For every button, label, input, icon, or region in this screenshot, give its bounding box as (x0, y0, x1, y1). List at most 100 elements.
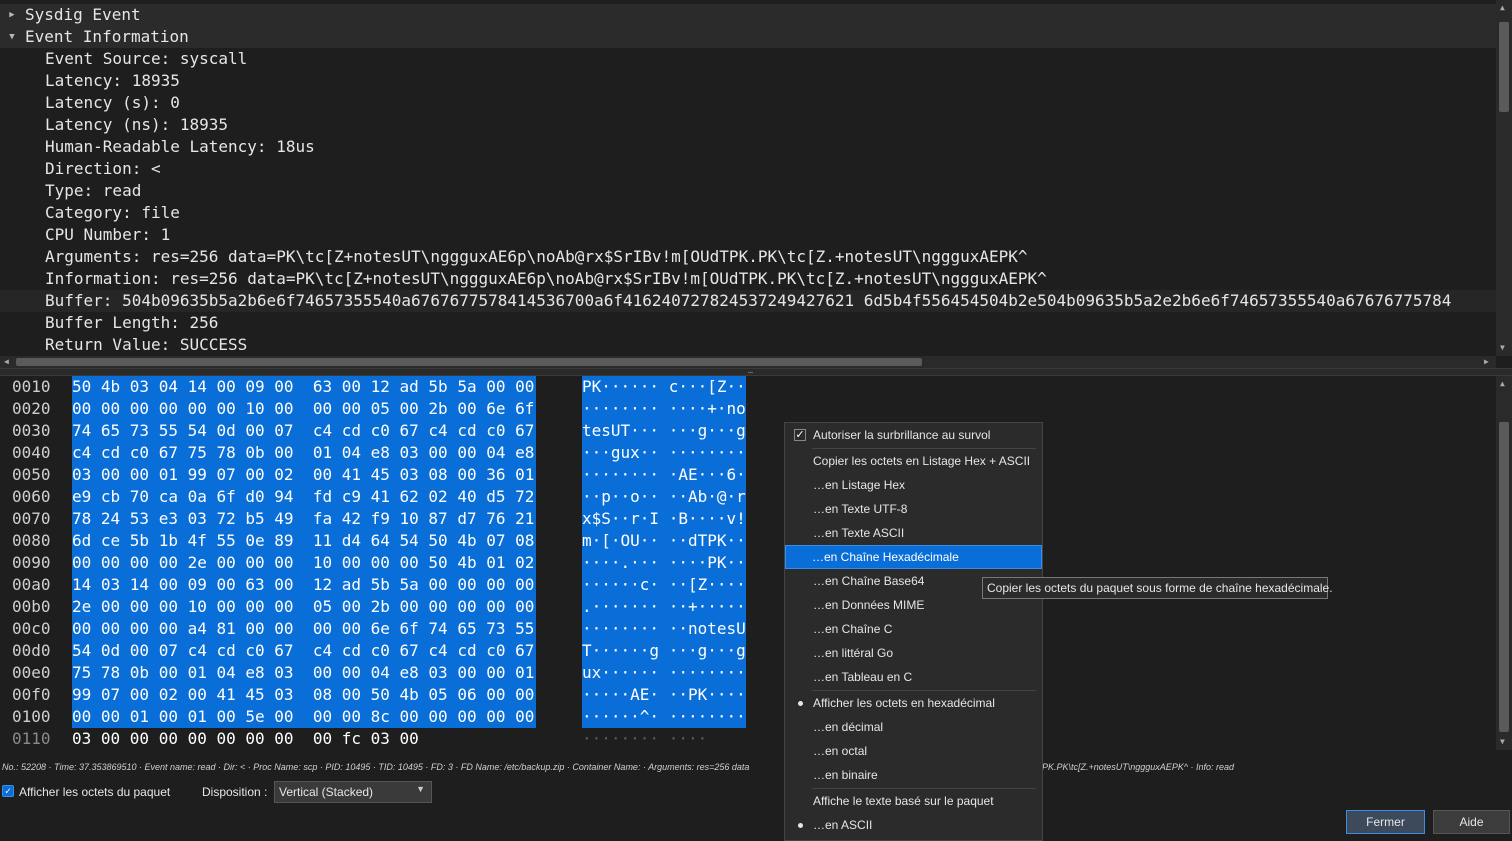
menu-item-copy-hex-string[interactable]: …en Chaîne Hexadécimale (785, 545, 1042, 569)
hex-bytes[interactable]: 00 00 00 00 2e 00 00 00 10 00 00 00 50 4… (72, 552, 537, 574)
tree-node-sysdig-event[interactable]: ▶ Sysdig Event (0, 4, 1496, 26)
hex-offset: 0060 (12, 487, 51, 506)
hex-bytes[interactable]: 74 65 73 55 54 0d 00 07 c4 cd c0 67 c4 c… (72, 420, 537, 442)
layout-label: Disposition : (202, 785, 268, 799)
hex-bytes[interactable]: 00 00 00 00 a4 81 00 00 00 00 6e 6f 74 6… (72, 618, 537, 640)
hex-offset: 0020 (12, 399, 51, 418)
hex-ascii[interactable]: ux······ ········ (582, 662, 746, 684)
hex-bytes[interactable]: 75 78 0b 00 01 04 e8 03 00 00 04 e8 03 0… (72, 662, 537, 684)
hex-bytes[interactable]: e9 cb 70 ca 0a 6f d0 94 fd c9 41 62 02 4… (72, 486, 537, 508)
field-text: Event Source: syscall (45, 49, 248, 68)
hex-bytes[interactable]: 03 00 00 00 00 00 00 00 00 fc 03 00 (72, 728, 421, 750)
hex-bytes[interactable]: 50 4b 03 04 14 00 09 00 63 00 12 ad 5b 5… (72, 376, 537, 398)
menu-item-bytes-binary[interactable]: …en binaire (786, 764, 1041, 786)
hex-bytes[interactable]: 6d ce 5b 1b 4f 55 0e 89 11 d4 64 54 50 4… (72, 530, 537, 552)
menu-item-copy-utf8[interactable]: …en Texte UTF-8 (786, 498, 1041, 520)
menu-item-bytes-decimal[interactable]: …en décimal (786, 716, 1041, 738)
hex-bytes[interactable]: 78 24 53 e3 03 72 b5 49 fa 42 f9 10 87 d… (72, 508, 537, 530)
menu-item-hover-highlight[interactable]: ✓ Autoriser la surbrillance au survol (786, 424, 1041, 446)
hex-bytes[interactable]: 54 0d 00 07 c4 cd c0 67 c4 cd c0 67 c4 c… (72, 640, 537, 662)
menu-item-copy-hex[interactable]: …en Listage Hex (786, 474, 1041, 496)
hex-vertical-scrollbar[interactable]: ▲ ▼ (1496, 376, 1512, 750)
hex-ascii[interactable]: tesUT··· ···g···g (582, 420, 746, 442)
menu-item-copy-ascii[interactable]: …en Texte ASCII (786, 522, 1041, 544)
hex-bytes[interactable]: 14 03 14 00 09 00 63 00 12 ad 5b 5a 00 0… (72, 574, 537, 596)
hex-ascii[interactable]: .······· ··+····· (582, 596, 746, 618)
scroll-up-icon[interactable]: ▲ (1500, 2, 1505, 14)
pane-splitter[interactable]: ⋯ (0, 368, 1512, 377)
hex-ascii[interactable]: PK······ c···[Z·· (582, 376, 746, 398)
hex-offset: 0040 (12, 443, 51, 462)
hex-ascii[interactable]: ····.··· ····PK·· (582, 552, 746, 574)
help-button[interactable]: Aide (1433, 810, 1510, 834)
scroll-up-icon[interactable]: ▲ (1500, 378, 1505, 390)
tree-field-selected[interactable]: Buffer: 504b09635b5a2b6e6f74657355540a67… (0, 290, 1496, 312)
hex-ascii[interactable]: ······c· ··[Z···· (582, 574, 746, 596)
hex-ascii[interactable]: ········ ····+·no (582, 398, 746, 420)
menu-item-copy-c-string[interactable]: …en Chaîne C (786, 618, 1041, 640)
field-text: Buffer Length: 256 (45, 313, 219, 332)
packet-bytes-pane[interactable]: 0010 50 4b 03 04 14 00 09 00 63 00 12 ad … (0, 376, 1512, 750)
hex-offset: 00b0 (12, 597, 51, 616)
field-text: CPU Number: 1 (45, 225, 171, 244)
menu-item-label: …en Chaîne C (813, 622, 893, 636)
menu-item-bytes-octal[interactable]: …en octal (786, 740, 1041, 762)
tree-horizontal-scrollbar[interactable]: ◀ ▶ (0, 356, 1496, 368)
menu-item-copy-go-literal[interactable]: …en littéral Go (786, 642, 1041, 664)
hex-ascii[interactable]: ······^· ········ (582, 706, 746, 728)
context-menu[interactable]: ✓ Autoriser la surbrillance au survol Co… (784, 422, 1043, 841)
hex-bytes[interactable]: 00 00 00 00 00 00 10 00 00 00 05 00 2b 0… (72, 398, 537, 420)
menu-item-text-based[interactable]: Affiche le texte basé sur le paquet (786, 790, 1041, 812)
menu-item-bytes-hex[interactable]: Afficher les octets en hexadécimal (786, 692, 1041, 714)
menu-item-label: …en littéral Go (813, 646, 894, 660)
scroll-thumb[interactable] (16, 358, 922, 366)
menu-item-label: …en Chaîne Hexadécimale (812, 550, 959, 564)
scroll-right-icon[interactable]: ▶ (1484, 356, 1489, 368)
show-bytes-label[interactable]: Afficher les octets du paquet (19, 785, 170, 799)
hex-offset: 00f0 (12, 685, 51, 704)
radio-dot-icon (798, 701, 803, 706)
menu-item-label: …en Chaîne Base64 (813, 574, 925, 588)
hex-ascii[interactable]: x$S··r·I ·B····v! (582, 508, 746, 530)
close-button[interactable]: Fermer (1346, 810, 1425, 834)
layout-dropdown[interactable]: Vertical (Stacked) ▼ (274, 781, 432, 803)
hex-ascii[interactable]: ···gux·· ········ (582, 442, 746, 464)
field-text: Category: file (45, 203, 180, 222)
hex-ascii[interactable]: T······g ···g···g (582, 640, 746, 662)
menu-item-label: …en Texte UTF-8 (813, 502, 908, 516)
menu-item-label: …en Données MIME (813, 598, 925, 612)
tree-node-event-information[interactable]: ▼ Event Information (0, 26, 1496, 48)
scroll-down-icon[interactable]: ▼ (1500, 342, 1505, 354)
hex-bytes[interactable]: 99 07 00 02 00 41 45 03 08 00 50 4b 05 0… (72, 684, 537, 706)
field-text: Type: read (45, 181, 142, 200)
radio-dot-icon (798, 823, 803, 828)
scroll-left-icon[interactable]: ◀ (4, 356, 9, 368)
scroll-thumb[interactable] (1499, 422, 1509, 732)
menu-item-label: Affiche le texte basé sur le paquet (813, 794, 994, 808)
hex-ascii[interactable]: ·····AE· ··PK···· (582, 684, 746, 706)
menu-separator (812, 788, 1036, 789)
hex-offset: 00a0 (12, 575, 51, 594)
tree-vertical-scrollbar[interactable]: ▲ ▼ (1496, 0, 1512, 356)
field-text: Arguments: res=256 data=PK\tc[Z+notesUT\… (45, 247, 1028, 266)
show-bytes-checkbox[interactable]: ✓ (2, 785, 14, 797)
hex-bytes[interactable]: 03 00 00 01 99 07 00 02 00 41 45 03 08 0… (72, 464, 537, 486)
hex-ascii[interactable]: ········ ···· (582, 728, 707, 750)
menu-item-text-ascii[interactable]: …en ASCII (786, 814, 1041, 836)
hex-ascii[interactable]: ········ ·AE···6· (582, 464, 746, 486)
hex-ascii[interactable]: m·[·OU·· ··dTPK·· (582, 530, 746, 552)
hex-ascii[interactable]: ········ ··notesU (582, 618, 746, 640)
hex-bytes[interactable]: 00 00 01 00 01 00 5e 00 00 00 8c 00 00 0… (72, 706, 537, 728)
collapse-arrow-icon[interactable]: ▼ (6, 26, 18, 48)
hex-offset: 0010 (12, 377, 51, 396)
menu-item-copy-hex-ascii[interactable]: Copier les octets en Listage Hex + ASCII (786, 450, 1041, 472)
menu-item-copy-c-array[interactable]: …en Tableau en C (786, 666, 1041, 688)
hex-ascii[interactable]: ··p··o·· ··Ab·@·r (582, 486, 746, 508)
checkmark-icon: ✓ (794, 429, 806, 441)
packet-detail-tree[interactable]: ▶ Sysdig Event ▼ Event Information Event… (0, 0, 1512, 368)
hex-bytes[interactable]: 2e 00 00 00 10 00 00 00 05 00 2b 00 00 0… (72, 596, 537, 618)
expand-arrow-icon[interactable]: ▶ (6, 4, 18, 26)
scroll-down-icon[interactable]: ▼ (1500, 736, 1505, 748)
hex-bytes[interactable]: c4 cd c0 67 75 78 0b 00 01 04 e8 03 00 0… (72, 442, 537, 464)
scroll-thumb[interactable] (1499, 22, 1509, 112)
